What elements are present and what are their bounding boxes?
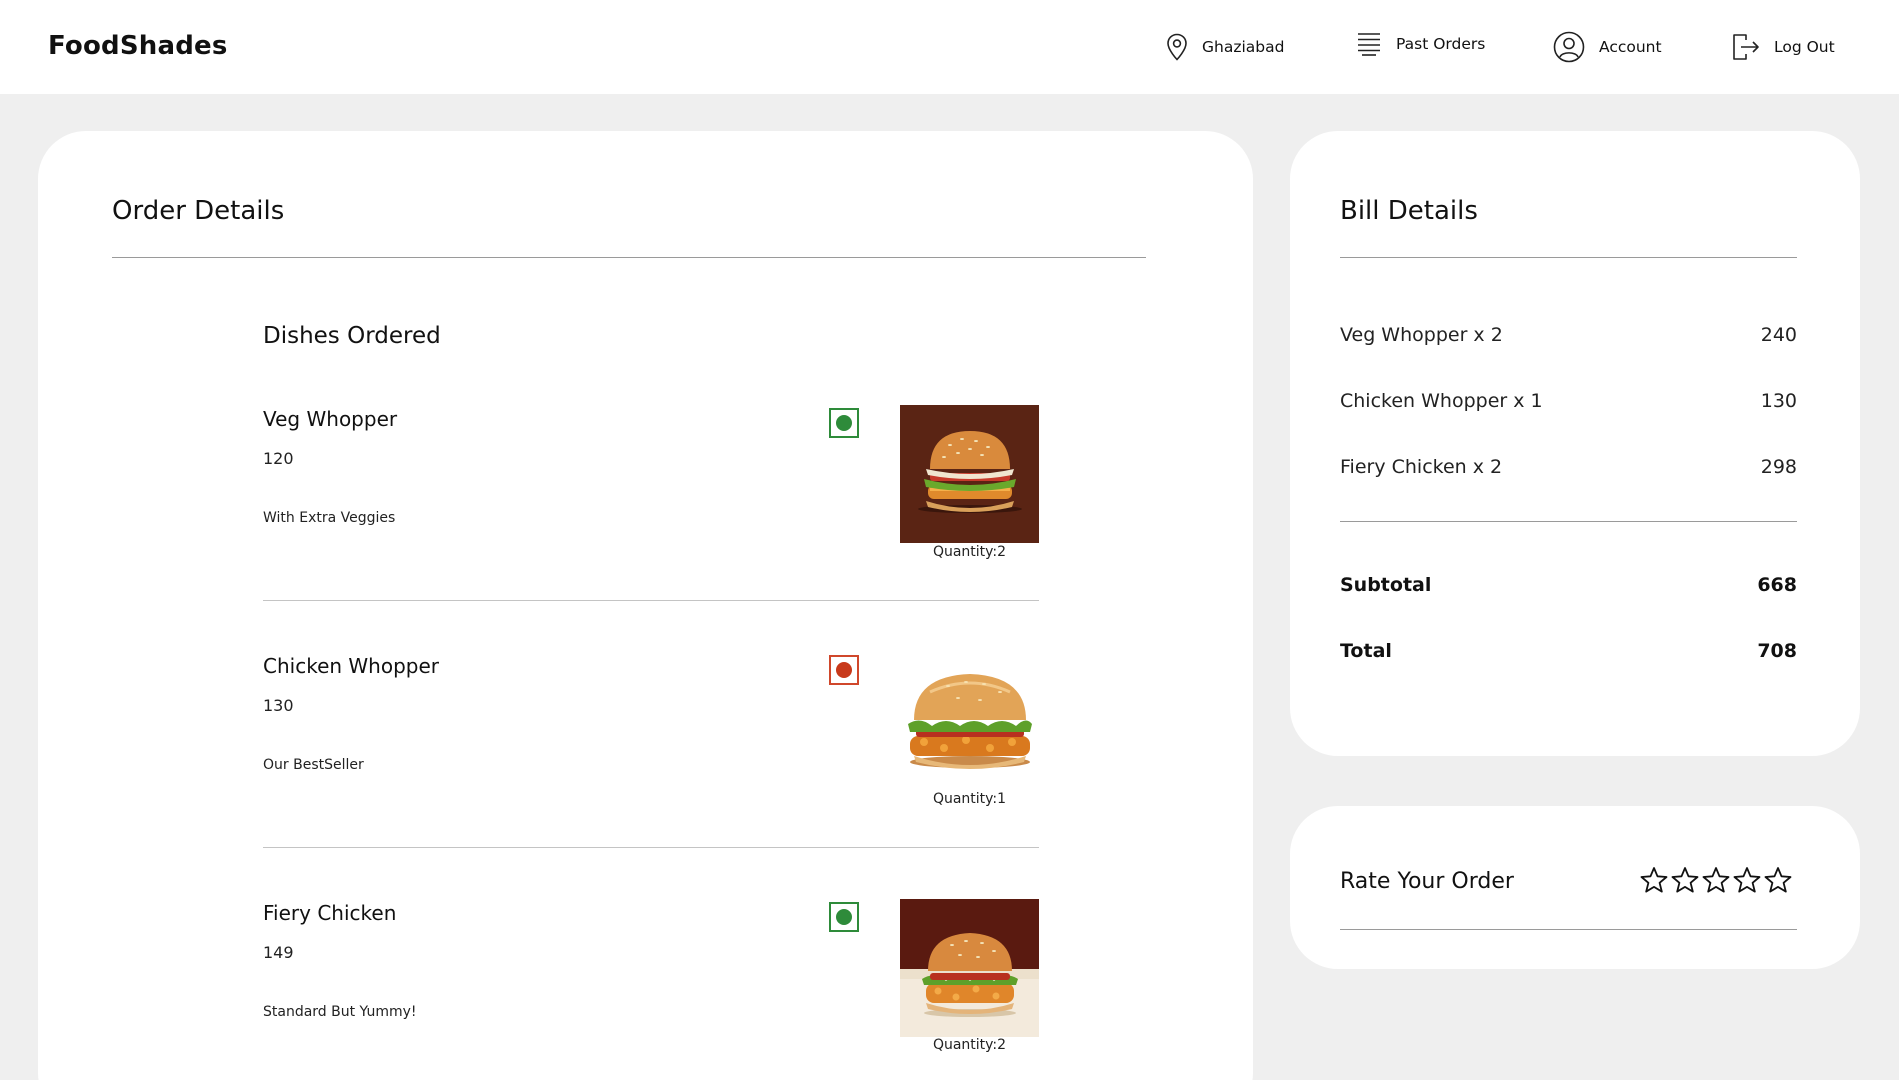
dish-quantity: Quantity:2 — [932, 1037, 1007, 1053]
bill-item-label: Veg Whopper x 2 — [1340, 324, 1503, 346]
bill-item-amount: 298 — [1760, 456, 1797, 478]
bill-details-title: Bill Details — [1340, 196, 1478, 226]
logout-icon — [1733, 34, 1759, 60]
chicken-whopper-image — [900, 652, 1039, 790]
bill-total-row: Total 708 — [1340, 640, 1797, 662]
fiery-chicken-image — [900, 899, 1039, 1037]
star-icon[interactable] — [1764, 866, 1792, 894]
dish-name: Veg Whopper — [263, 407, 398, 431]
bill-item-label: Fiery Chicken x 2 — [1340, 456, 1503, 478]
dish-note: With Extra Veggies — [263, 510, 396, 526]
non-veg-indicator-icon — [829, 655, 859, 685]
bill-subtotal-row: Subtotal 668 — [1340, 574, 1797, 596]
dish-note: Standard But Yummy! — [263, 1004, 417, 1020]
dish-divider — [263, 600, 1039, 601]
bill-line-item: Veg Whopper x 2 240 — [1340, 324, 1797, 346]
veg-indicator-icon — [829, 408, 859, 438]
user-circle-icon — [1553, 31, 1585, 63]
order-title-divider — [112, 257, 1146, 258]
star-icon[interactable] — [1733, 866, 1761, 894]
location-pin-icon — [1167, 33, 1187, 61]
veg-indicator-icon — [829, 902, 859, 932]
total-amount: 708 — [1757, 640, 1797, 662]
order-details-card: Order Details Dishes Ordered Veg Whopper… — [38, 131, 1253, 1080]
bill-item-label: Chicken Whopper x 1 — [1340, 390, 1543, 412]
dish-price: 120 — [263, 449, 294, 468]
rate-divider — [1340, 929, 1797, 930]
dish-quantity: Quantity:1 — [932, 791, 1007, 807]
bill-line-item: Fiery Chicken x 2 298 — [1340, 456, 1797, 478]
brand-logo[interactable]: FoodShades — [48, 31, 228, 61]
subtotal-amount: 668 — [1757, 574, 1797, 596]
nav-logout-label: Log Out — [1774, 38, 1835, 56]
order-details-title: Order Details — [112, 196, 285, 226]
dish-note: Our BestSeller — [263, 757, 364, 773]
rate-order-card: Rate Your Order — [1290, 806, 1860, 969]
total-label: Total — [1340, 640, 1392, 662]
dish-divider — [263, 847, 1039, 848]
nav-logout[interactable]: Log Out — [1732, 27, 1835, 67]
nav-location-label: Ghaziabad — [1202, 38, 1285, 56]
star-icon[interactable] — [1671, 866, 1699, 894]
bill-title-divider — [1340, 257, 1797, 258]
dish-price: 130 — [263, 696, 294, 715]
star-icon[interactable] — [1640, 866, 1668, 894]
dish-quantity: Quantity:2 — [932, 544, 1007, 560]
nav-past-orders-label: Past Orders — [1396, 35, 1486, 53]
nav-location[interactable]: Ghaziabad — [1166, 27, 1284, 67]
bill-items-divider — [1340, 521, 1797, 522]
dish-name: Fiery Chicken — [263, 901, 397, 925]
dish-name: Chicken Whopper — [263, 654, 440, 678]
subtotal-label: Subtotal — [1340, 574, 1432, 596]
bill-item-amount: 130 — [1760, 390, 1797, 412]
nav-account[interactable]: Account — [1553, 27, 1662, 67]
rate-order-title: Rate Your Order — [1340, 869, 1514, 894]
bill-line-item: Chicken Whopper x 1 130 — [1340, 390, 1797, 412]
star-icon[interactable] — [1702, 866, 1730, 894]
nav-past-orders[interactable]: Past Orders — [1356, 24, 1485, 64]
bill-details-card: Bill Details Veg Whopper x 2 240 Chicken… — [1290, 131, 1860, 756]
list-icon — [1358, 33, 1380, 56]
top-header: FoodShades Ghaziabad Past Orders Account — [0, 0, 1899, 94]
dishes-ordered-title: Dishes Ordered — [263, 323, 441, 349]
veg-whopper-image — [900, 405, 1039, 543]
bill-item-amount: 240 — [1760, 324, 1797, 346]
star-rating[interactable] — [1640, 866, 1792, 894]
nav-account-label: Account — [1599, 38, 1662, 56]
dish-price: 149 — [263, 943, 294, 962]
